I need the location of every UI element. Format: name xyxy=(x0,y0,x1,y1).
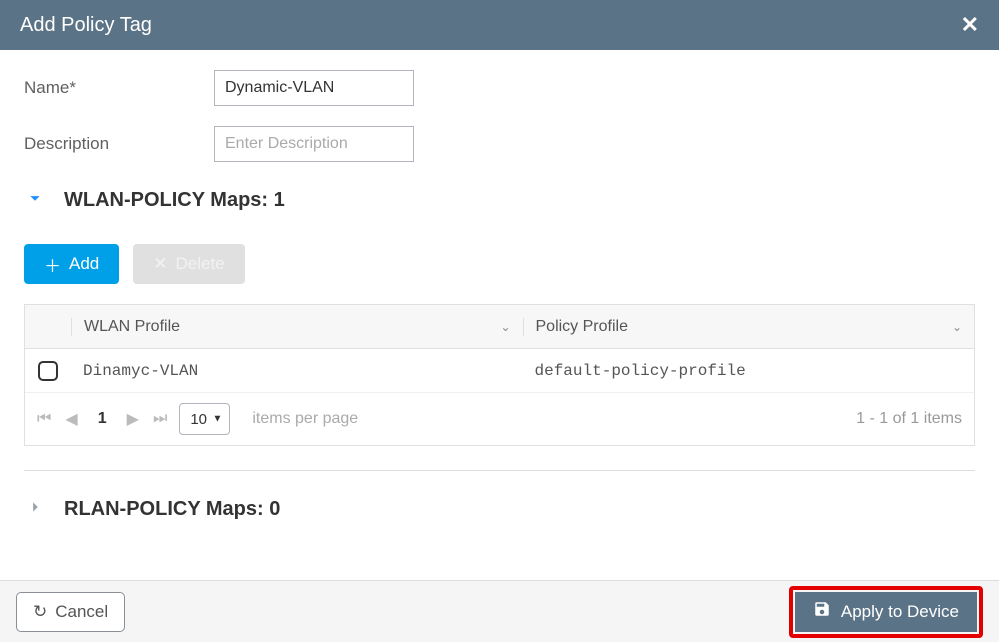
header-policy-profile[interactable]: Policy Profile ⌄ xyxy=(523,318,975,336)
close-icon[interactable]: ✕ xyxy=(961,12,979,38)
plus-icon: ＋ xyxy=(44,252,61,277)
cell-policy-profile: default-policy-profile xyxy=(523,362,975,380)
pager-prev-icon[interactable]: ◀ xyxy=(65,409,77,429)
name-row: Name* xyxy=(24,70,975,106)
apply-highlight: Apply to Device xyxy=(789,586,983,638)
header-wlan-profile-label: WLAN Profile xyxy=(84,318,180,336)
row-checkbox[interactable] xyxy=(38,361,58,381)
name-label: Name* xyxy=(24,78,214,98)
x-icon: ✕ xyxy=(153,254,167,274)
sort-icon[interactable]: ⌄ xyxy=(500,320,510,334)
delete-label: Delete xyxy=(176,254,225,274)
pager-left: ⏮ ◀ 1 ▶ ⏭ 10 items per page xyxy=(37,403,358,435)
wlan-section-title: WLAN-POLICY Maps: 1 xyxy=(64,189,285,212)
wlan-section-header[interactable]: WLAN-POLICY Maps: 1 xyxy=(24,187,975,214)
description-row: Description xyxy=(24,126,975,162)
cell-wlan-profile: Dinamyc-VLAN xyxy=(71,362,523,380)
add-button[interactable]: ＋ Add xyxy=(24,244,119,284)
rlan-section-title: RLAN-POLICY Maps: 0 xyxy=(64,498,280,521)
table-row[interactable]: Dinamyc-VLAN default-policy-profile xyxy=(25,349,974,393)
page-size-select[interactable]: 10 xyxy=(179,403,230,435)
apply-label: Apply to Device xyxy=(841,602,959,622)
pager-next-icon[interactable]: ▶ xyxy=(127,409,139,429)
modal-footer: ↻ Cancel Apply to Device xyxy=(0,580,999,642)
cancel-button[interactable]: ↻ Cancel xyxy=(16,592,125,632)
description-input[interactable] xyxy=(214,126,414,162)
row-checkbox-cell xyxy=(25,361,71,381)
header-wlan-profile[interactable]: WLAN Profile ⌄ xyxy=(71,318,523,336)
pager-nav: ⏮ ◀ 1 ▶ ⏭ xyxy=(37,409,167,429)
add-label: Add xyxy=(69,254,99,274)
pager-range: 1 - 1 of 1 items xyxy=(856,410,962,428)
items-per-page-label: items per page xyxy=(252,410,358,428)
cancel-label: Cancel xyxy=(55,602,108,622)
pager: ⏮ ◀ 1 ▶ ⏭ 10 items per page 1 - 1 of 1 i… xyxy=(25,393,974,445)
table-header: WLAN Profile ⌄ Policy Profile ⌄ xyxy=(25,305,974,349)
modal-header: Add Policy Tag ✕ xyxy=(0,0,999,50)
pager-current: 1 xyxy=(92,410,113,428)
save-icon xyxy=(813,600,831,623)
pager-last-icon[interactable]: ⏭ xyxy=(153,410,167,428)
header-policy-profile-label: Policy Profile xyxy=(536,318,628,336)
sort-icon[interactable]: ⌄ xyxy=(952,320,962,334)
wlan-table: WLAN Profile ⌄ Policy Profile ⌄ Dinamyc-… xyxy=(24,304,975,446)
divider xyxy=(24,470,975,471)
undo-icon: ↻ xyxy=(33,602,47,622)
chevron-down-icon xyxy=(24,187,46,214)
action-bar: ＋ Add ✕ Delete xyxy=(24,244,975,284)
modal-title: Add Policy Tag xyxy=(20,14,152,37)
delete-button: ✕ Delete xyxy=(133,244,244,284)
chevron-right-icon xyxy=(24,496,46,523)
apply-button[interactable]: Apply to Device xyxy=(795,592,977,632)
name-input[interactable] xyxy=(214,70,414,106)
description-label: Description xyxy=(24,134,214,154)
page-size-select-wrap: 10 xyxy=(179,403,230,435)
pager-first-icon[interactable]: ⏮ xyxy=(37,410,51,428)
rlan-section-header[interactable]: RLAN-POLICY Maps: 0 xyxy=(24,496,975,523)
modal-body: Name* Description WLAN-POLICY Maps: 1 ＋ … xyxy=(0,50,999,523)
